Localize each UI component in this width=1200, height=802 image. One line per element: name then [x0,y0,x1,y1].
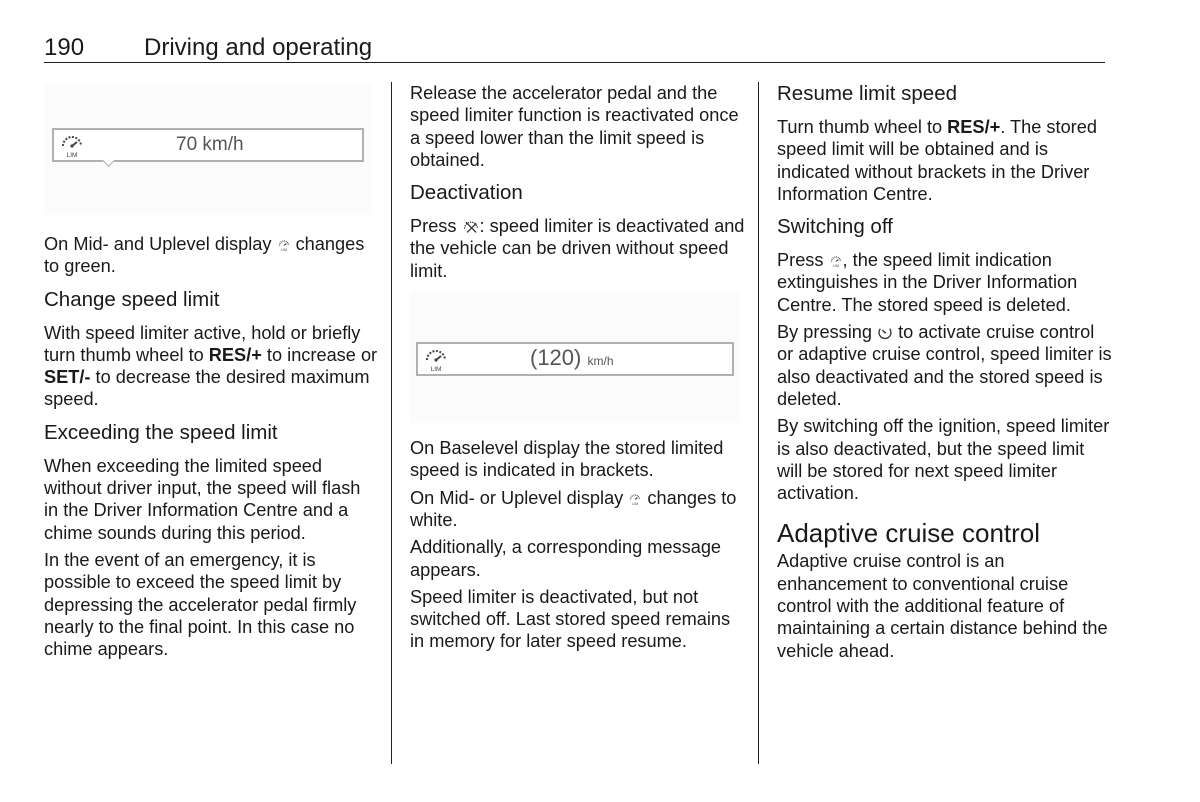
cruise-control-icon [878,328,892,340]
display-box: LIM (120) km/h [416,342,734,377]
paragraph: With speed limiter active, hold or brief… [44,322,378,410]
column-divider [391,82,392,764]
speed-limiter-icon: LIM [830,256,841,268]
paragraph: In the event of an emergency, it is poss… [44,549,357,660]
speed-limiter-lim-icon: LIM [426,350,446,373]
svg-text:LIM: LIM [431,366,442,373]
heading-change-speed-limit: Change speed limit [44,287,220,311]
svg-text:LIM: LIM [280,247,287,252]
speed-limiter-icon: LIM [630,494,641,506]
page-header: 190 Driving and operating [44,34,1105,63]
paragraph: Additionally, a corresponding message ap… [410,537,722,580]
column-2: Release the accelerator pedal and the sp… [410,82,745,658]
svg-text:LIM: LIM [832,263,839,268]
heading-adaptive-cruise-control: Adaptive cruise control [777,518,1041,549]
display-box: LIM 70 km/h [52,128,364,167]
speed-readout: 70 km/h [176,134,244,155]
speed-limiter-lim-icon: LIM [62,136,82,159]
column-1: LIM 70 km/h On Mid- and Uplevel display … [44,82,379,665]
paragraph: Turn thumb wheel to RES/+. The stored sp… [777,117,1097,204]
paragraph: Adaptive cruise control is an enhancemen… [777,551,1108,661]
section-title: Driving and operating [144,34,373,61]
heading-exceeding-speed-limit: Exceeding the speed limit [44,420,278,444]
heading-deactivation: Deactivation [410,181,523,205]
column-3: Resume limit speed Turn thumb wheel to R… [777,82,1112,667]
display-illustration: LIM (120) km/h [410,292,740,424]
paragraph: Speed limiter is deactivated, but not sw… [410,586,731,652]
paragraph: Press LIM, the speed limit indication ex… [777,250,1078,315]
paragraph: By switching off the ignition, speed lim… [777,416,1110,504]
paragraph: On Mid- or Uplevel display LIM changes t… [410,487,737,530]
speed-limiter-off-icon [463,221,478,234]
paragraph: On Mid- and Uplevel display LIM changes … [44,234,365,277]
paragraph: By pressing to activate cruise control o… [777,322,1112,409]
display-pointer [102,154,115,167]
column-divider [758,82,759,764]
speed-readout: (120) km/h [530,345,614,371]
speed-limiter-icon: LIM [278,240,289,252]
heading-resume-limit-speed: Resume limit speed [777,82,958,105]
heading-switching-off: Switching off [777,215,893,239]
page-number: 190 [44,34,85,61]
paragraph: When exceeding the limited speed without… [44,455,361,543]
paragraph: Press : speed limiter is deactivated and… [410,216,745,281]
display-illustration: LIM 70 km/h [44,85,372,215]
paragraph: On Baselevel display the stored limited … [410,438,724,481]
svg-text:LIM: LIM [67,152,78,159]
svg-text:LIM: LIM [632,501,639,506]
paragraph: Release the accelerator pedal and the sp… [410,83,739,170]
